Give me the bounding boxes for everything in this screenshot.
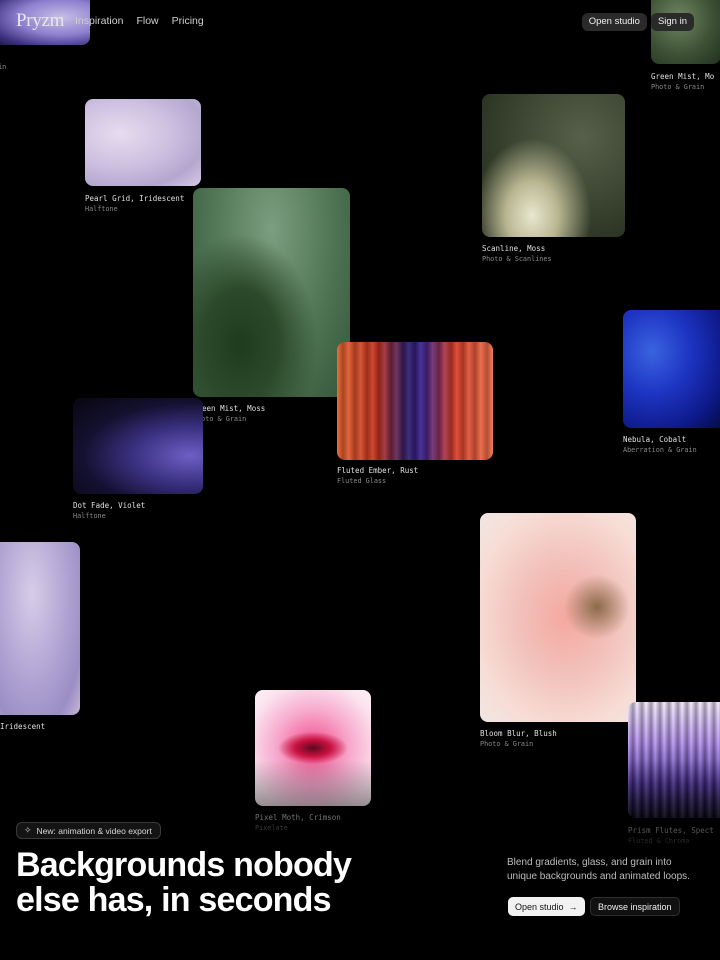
main-nav: Inspiration Flow Pricing [75, 15, 204, 27]
tile-thumbnail [623, 310, 720, 428]
tile-thumbnail [0, 542, 80, 715]
hero-headline: Backgrounds nobody else has, in seconds [16, 846, 352, 919]
tile-title: Fluted Ember, Rust [337, 466, 419, 475]
tile-title: Iridescent [0, 722, 46, 731]
tile-title: Dot Fade, Violet [73, 501, 146, 510]
tile-subtitle: ain [0, 63, 7, 71]
tile-title: Pearl Grid, Iridescent [85, 194, 185, 203]
tile-thumbnail [337, 342, 493, 460]
tile-title: Bloom Blur, Blush [480, 729, 557, 738]
tile-title: Scanline, Moss [482, 244, 546, 253]
open-studio-cta[interactable]: Open studio → [508, 897, 585, 916]
sign-in-button[interactable]: Sign in [650, 13, 694, 31]
tile-thumbnail [193, 188, 350, 397]
cta-label: Open studio [515, 901, 564, 912]
tile-subtitle: Halftone [85, 205, 118, 213]
tile-thumbnail [255, 690, 371, 806]
nav-link-flow[interactable]: Flow [136, 15, 158, 27]
tile-thumbnail [85, 99, 201, 186]
nav-link-inspiration[interactable]: Inspiration [75, 15, 123, 27]
tile-thumbnail [482, 94, 625, 237]
tile-subtitle: Halftone [73, 512, 106, 520]
header-actions: Open studio Sign in [581, 13, 694, 31]
tile-subtitle: Photo & Scanlines [482, 255, 552, 263]
tile-title: Green Mist, Mo [651, 72, 715, 81]
nav-link-pricing[interactable]: Pricing [172, 15, 204, 27]
tile-thumbnail [480, 513, 636, 722]
tile-subtitle: Fluted Glass [337, 477, 387, 485]
tile-title: Nebula, Cobalt [623, 435, 687, 444]
tile-subtitle: Aberration & Grain [623, 446, 697, 454]
sparkle-icon: ✧ [24, 825, 32, 835]
logo[interactable]: Pryzm [16, 10, 64, 32]
arrow-right-icon: → [568, 901, 578, 912]
tile-title: Green Mist, Moss [193, 404, 266, 413]
tile-thumbnail [651, 0, 720, 64]
headline-line-1: Backgrounds nobody [16, 846, 352, 884]
tile-title: Prism Flutes, Spect [628, 826, 714, 835]
badge-label: New: animation & video export [36, 825, 152, 836]
announcement-badge[interactable]: ✧ New: animation & video export [16, 822, 161, 839]
tile-subtitle: Pixelate [255, 824, 288, 832]
headline-line-2: else has, in seconds [16, 881, 332, 919]
tile-thumbnail [73, 398, 203, 494]
open-studio-button[interactable]: Open studio [581, 13, 647, 31]
tile-title: Pixel Moth, Crimson [255, 813, 341, 822]
tile-subtitle: Fluted & Chroma [628, 837, 690, 845]
hero-subtext: Blend gradients, glass, and grain into u… [507, 857, 690, 882]
tile-subtitle: Photo & Grain [480, 740, 534, 748]
tile-thumbnail [628, 702, 720, 818]
tile-subtitle: Photo & Grain [651, 83, 705, 91]
browse-inspiration-cta[interactable]: Browse inspiration [590, 897, 680, 916]
